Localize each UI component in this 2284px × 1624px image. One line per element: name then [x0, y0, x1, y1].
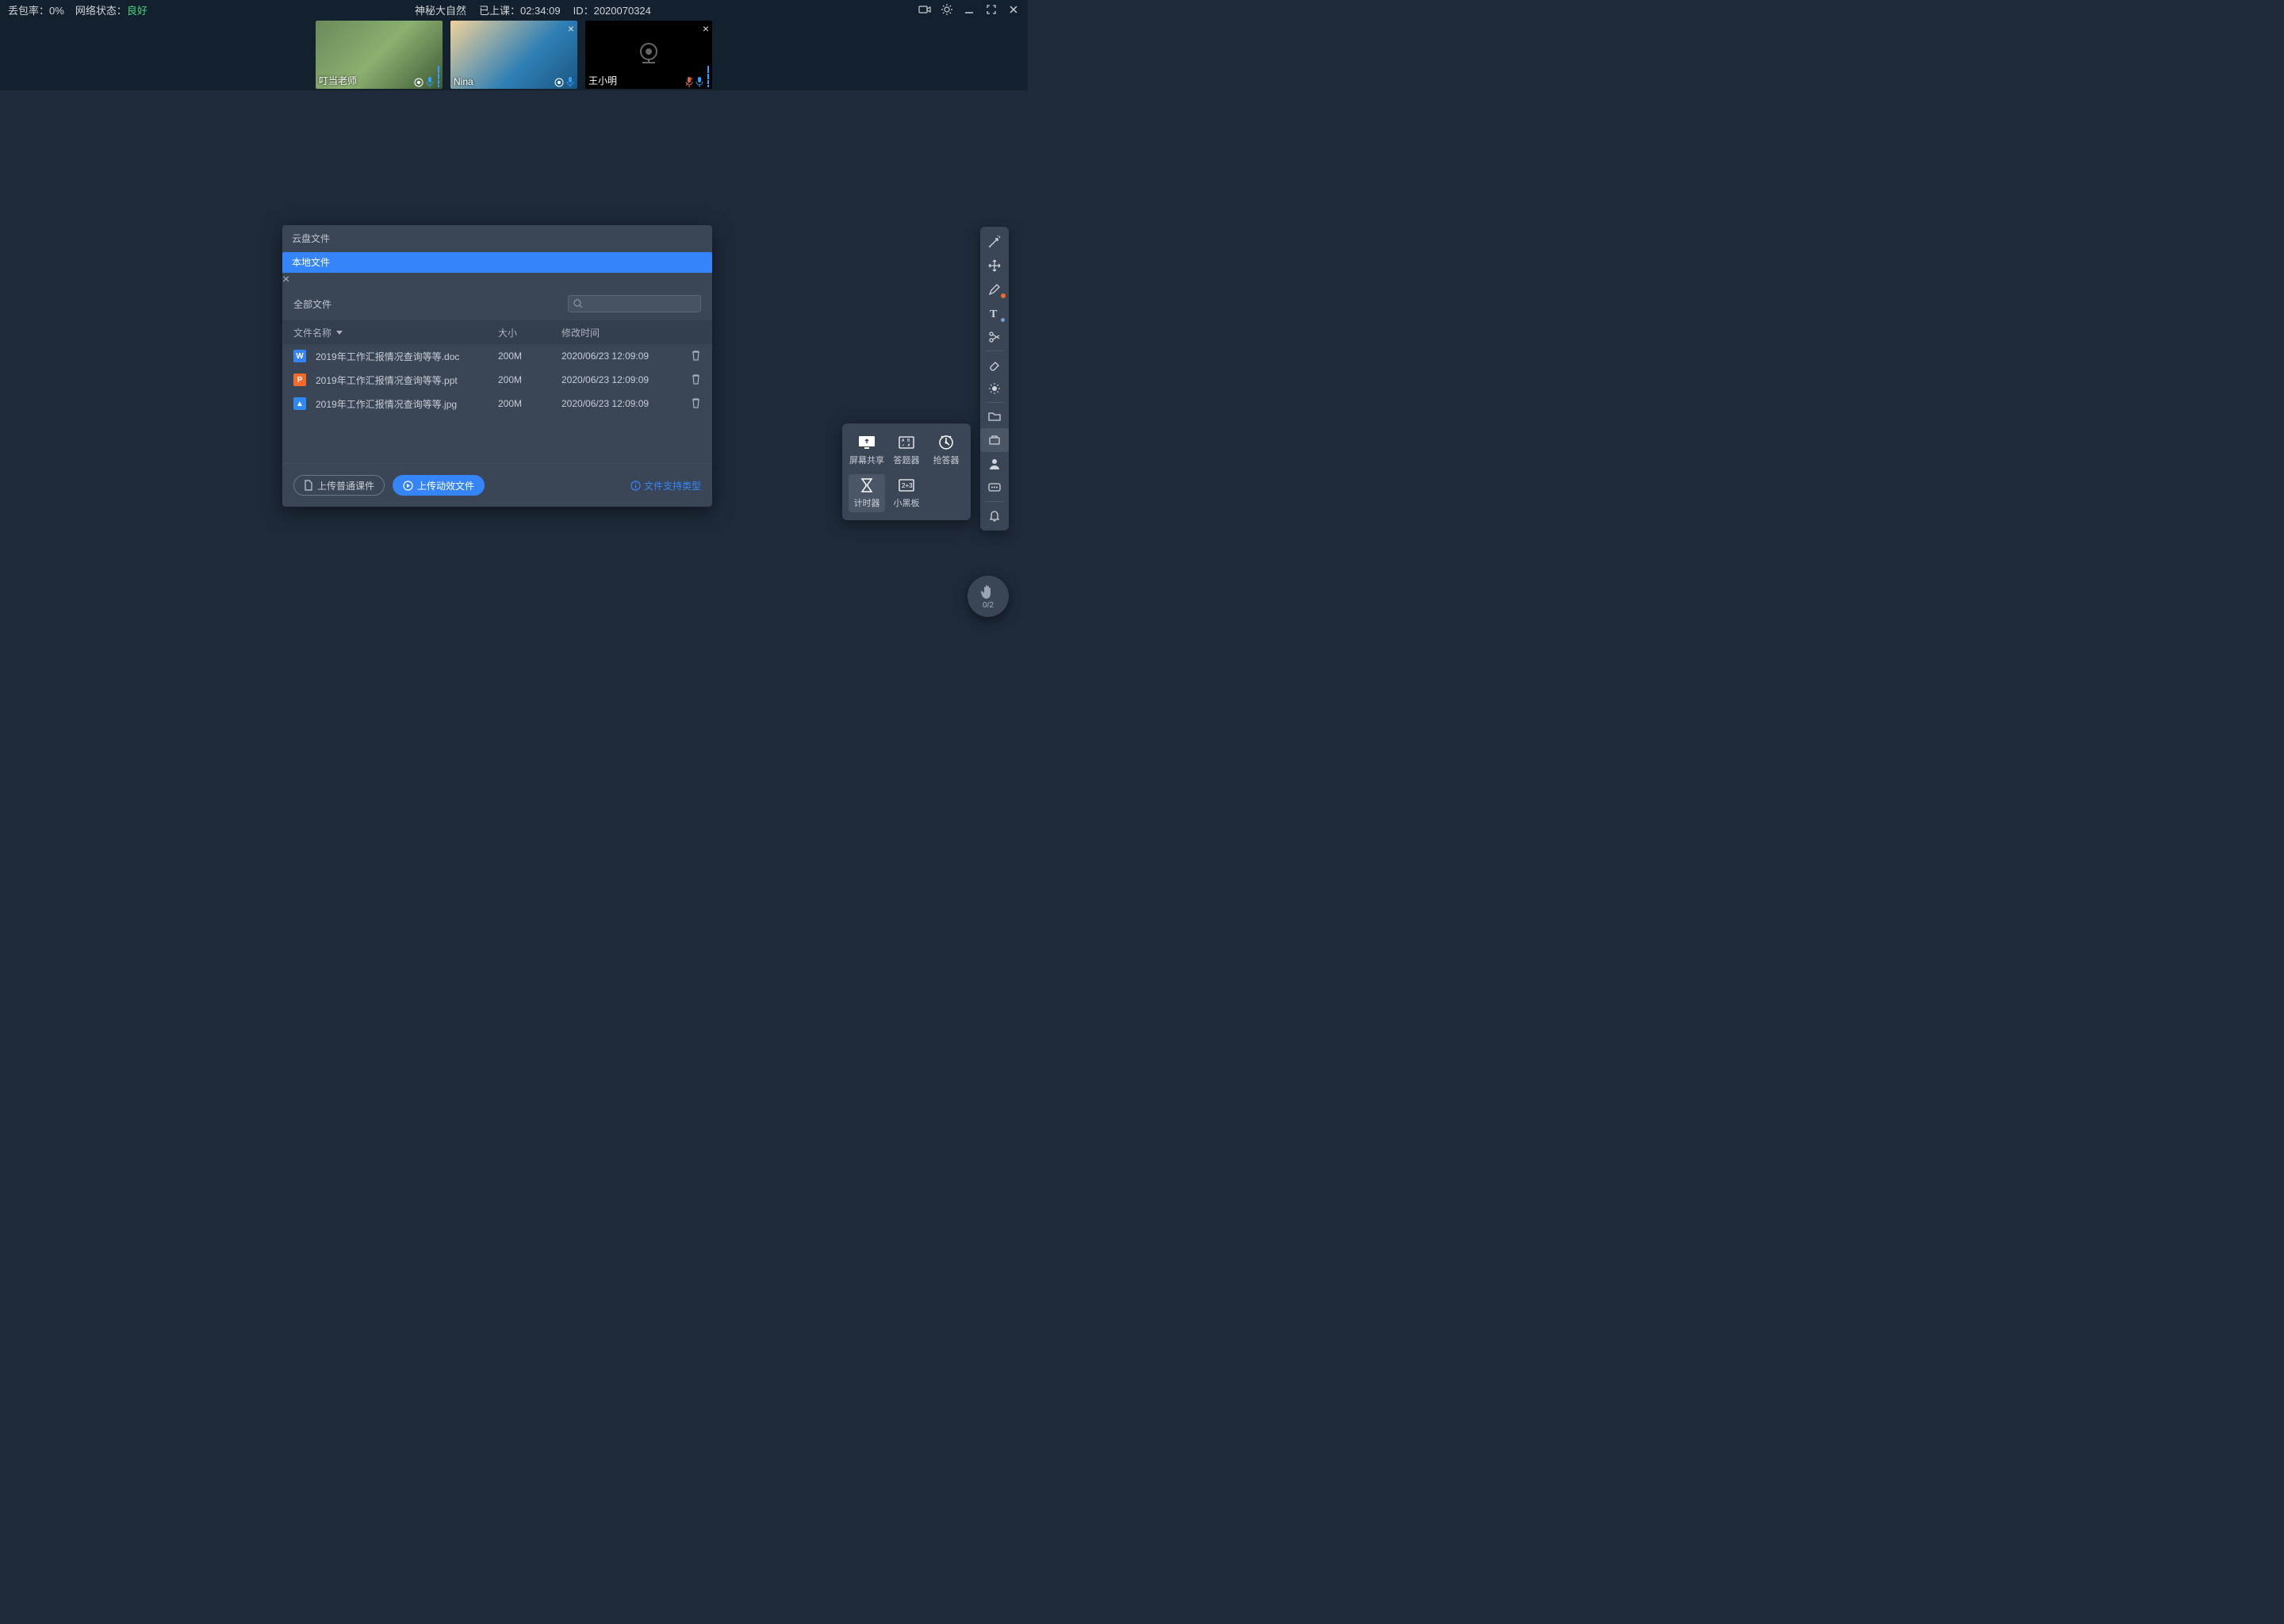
tool-laser-pointer[interactable] [980, 230, 1009, 254]
svg-text:✗: ✗ [907, 443, 910, 448]
mic-icon [566, 76, 574, 87]
camera-icon [414, 78, 423, 87]
side-toolbar: T [980, 227, 1009, 530]
hand-count: 0/2 [983, 601, 994, 610]
file-time: 2020/06/23 12:09:09 [561, 374, 673, 385]
tool-toolbox[interactable] [980, 428, 1009, 452]
popup-answer[interactable]: AB✓✗ 答题器 [888, 431, 925, 469]
volume-bars-icon [438, 66, 439, 87]
elapsed-value: 02:34:09 [520, 5, 561, 17]
room-id-label: ID： [573, 5, 594, 17]
play-circle-icon [403, 481, 413, 491]
delete-icon[interactable] [691, 376, 701, 387]
file-row[interactable]: ▲ 2019年工作汇报情况查询等等.jpg 200M 2020/06/23 12:… [282, 392, 712, 416]
upload-dynamic-button[interactable]: 上传动效文件 [393, 475, 485, 496]
col-header-name[interactable]: 文件名称 [293, 326, 498, 339]
tool-brightness[interactable] [980, 377, 1009, 400]
tab-cloud-files[interactable]: 云盘文件 [282, 228, 712, 249]
tab-local-files[interactable]: 本地文件 [282, 252, 712, 273]
camera-off-icon [633, 39, 665, 71]
filetype-icon: P [293, 373, 306, 386]
file-name: 2019年工作汇报情况查询等等.jpg [316, 397, 457, 411]
tile-close-icon[interactable]: × [703, 22, 709, 35]
tools-popup: 屏幕共享 AB✓✗ 答题器 抢答器 计时器 2+3 小黑板 [842, 423, 971, 520]
popup-blackboard[interactable]: 2+3 小黑板 [888, 474, 925, 512]
tool-scissors[interactable] [980, 325, 1009, 349]
tool-chat[interactable] [980, 476, 1009, 500]
delete-icon[interactable] [691, 400, 701, 411]
file-size: 200M [498, 350, 561, 362]
svg-text:✓: ✓ [902, 443, 905, 448]
tile-close-icon[interactable]: × [568, 22, 574, 35]
participant-name: Nina [454, 76, 473, 87]
file-name: 2019年工作汇报情况查询等等.ppt [316, 373, 458, 387]
tool-text[interactable]: T [980, 301, 1009, 325]
col-header-size[interactable]: 大小 [498, 326, 561, 339]
video-tile[interactable]: × Nina [450, 21, 577, 89]
document-icon [304, 480, 313, 491]
info-icon [630, 481, 641, 491]
svg-text:T: T [990, 308, 998, 320]
mic-icon [426, 76, 434, 87]
tool-move[interactable] [980, 254, 1009, 278]
tool-bell[interactable] [980, 504, 1009, 527]
video-tile[interactable]: 叮当老师 [316, 21, 443, 89]
tool-folder[interactable] [980, 404, 1009, 428]
file-name: 2019年工作汇报情况查询等等.doc [316, 350, 459, 363]
supported-types-link[interactable]: 文件支持类型 [630, 479, 701, 492]
search-input-wrap[interactable] [568, 295, 701, 312]
fullscreen-icon[interactable] [985, 3, 998, 16]
packet-loss-label: 丢包率： [8, 5, 49, 17]
volume-bars-icon [707, 66, 709, 87]
search-icon [573, 299, 583, 308]
file-row[interactable]: W 2019年工作汇报情况查询等等.doc 200M 2020/06/23 12:… [282, 344, 712, 368]
delete-icon[interactable] [691, 352, 701, 363]
svg-text:2+3: 2+3 [902, 482, 913, 489]
raise-hand-button[interactable]: 0/2 [968, 576, 1009, 617]
file-time: 2020/06/23 12:09:09 [561, 350, 673, 362]
tool-pen[interactable] [980, 278, 1009, 301]
mic-icon [696, 76, 703, 87]
file-time: 2020/06/23 12:09:09 [561, 398, 673, 409]
sort-desc-icon [336, 331, 343, 335]
room-title: 神秘大自然 [415, 2, 466, 17]
indicator-dot [1001, 318, 1005, 322]
video-strip: 叮当老师 × Nina × 王小明 [0, 19, 1028, 90]
video-tile[interactable]: × 王小明 [585, 21, 712, 89]
file-size: 200M [498, 374, 561, 385]
dialog-close-icon[interactable]: × [282, 273, 704, 287]
col-header-time[interactable]: 修改时间 [561, 326, 673, 339]
popup-buzzer[interactable]: 抢答器 [928, 431, 964, 469]
file-dialog: 云盘文件 本地文件 × 全部文件 文件名称 大小 修改时间 W 2019年工作汇报… [282, 225, 712, 507]
participant-name: 王小明 [588, 74, 617, 87]
indicator-dot [1001, 293, 1006, 298]
camera-switch-icon[interactable] [918, 3, 931, 16]
close-icon[interactable] [1007, 3, 1020, 16]
settings-icon[interactable] [941, 3, 953, 16]
popup-screen-share[interactable]: 屏幕共享 [849, 431, 885, 469]
participant-name: 叮当老师 [319, 74, 357, 87]
elapsed-label: 已上课： [479, 5, 520, 17]
tool-profile[interactable] [980, 452, 1009, 476]
packet-loss-value: 0% [49, 5, 64, 17]
all-files-label: 全部文件 [293, 297, 331, 311]
file-size: 200M [498, 398, 561, 409]
upload-normal-button[interactable]: 上传普通课件 [293, 475, 385, 496]
search-input[interactable] [586, 299, 696, 308]
net-status-label: 网络状态： [75, 5, 127, 17]
filetype-icon: ▲ [293, 397, 306, 410]
filetype-icon: W [293, 350, 306, 362]
top-statusbar: 丢包率：0% 网络状态：良好 神秘大自然 已上课：02:34:09 ID：202… [0, 0, 1028, 19]
tool-eraser[interactable] [980, 353, 1009, 377]
minimize-icon[interactable] [963, 3, 975, 16]
file-row[interactable]: P 2019年工作汇报情况查询等等.ppt 200M 2020/06/23 12:… [282, 368, 712, 392]
popup-timer[interactable]: 计时器 [849, 474, 885, 512]
mic-muted-icon [685, 76, 693, 87]
hand-icon [979, 583, 997, 600]
net-status-value: 良好 [127, 5, 148, 17]
camera-icon [554, 78, 564, 87]
room-id-value: 2020070324 [594, 5, 651, 17]
file-list-header: 文件名称 大小 修改时间 [282, 320, 712, 344]
